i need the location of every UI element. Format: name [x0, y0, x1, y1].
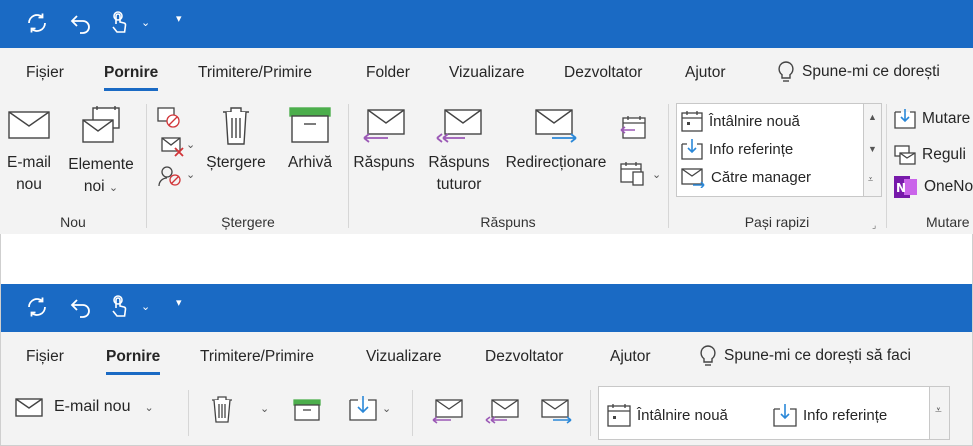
- rules-label: Reguli: [922, 146, 966, 163]
- gallery-more-icon[interactable]: ⩡: [868, 174, 873, 185]
- quick-step-new-meeting[interactable]: Întâlnire nouă: [681, 110, 800, 132]
- group-label-new: Nou: [60, 214, 86, 230]
- reply-all-label-2: tuturor: [436, 176, 482, 193]
- chevron-down-icon[interactable]: ⌄: [186, 138, 195, 151]
- chevron-down-icon[interactable]: ⌄: [652, 168, 661, 181]
- onenote-icon: N: [894, 176, 917, 198]
- tab-send-receive[interactable]: Trimitere/Primire: [198, 64, 312, 82]
- ribbon-tabs: Fișier Pornire Trimitere/Primire Folder …: [0, 48, 973, 96]
- new-items-button[interactable]: Elemente noi ⌄: [62, 104, 140, 199]
- group-divider: [668, 104, 669, 228]
- tell-me-text: Spune-mi ce dorești: [802, 63, 940, 80]
- quick-step-team-email[interactable]: Info referințe: [681, 138, 793, 160]
- customize-qat-icon[interactable]: ▾: [176, 12, 182, 25]
- envelope-arrow-icon: [681, 168, 705, 188]
- tab-home[interactable]: Pornire: [104, 64, 159, 91]
- calendar-device-icon: [620, 162, 644, 186]
- delete-label: Ștergere: [206, 154, 266, 171]
- group-label-move: Mutare: [926, 214, 970, 230]
- new-items-label-1: Elemente: [68, 156, 134, 173]
- dialog-launcher-icon[interactable]: ⌟: [872, 220, 876, 231]
- reply-label: Răspuns: [353, 154, 415, 171]
- reply-all-icon: [436, 109, 482, 143]
- calendar-icon: [681, 111, 703, 132]
- tab-view[interactable]: Vizualizare: [449, 64, 525, 82]
- scroll-up-icon[interactable]: ▲: [868, 112, 877, 122]
- undo-icon[interactable]: [66, 8, 96, 38]
- scroll-down-icon[interactable]: ▼: [868, 144, 877, 154]
- ignore-icon: [157, 107, 180, 128]
- new-items-icon: [82, 106, 120, 143]
- group-divider: [146, 104, 147, 228]
- ribbon-full: E-mail nou Elemente noi ⌄ Nou ⌄ ⌄ Șterge…: [0, 96, 973, 234]
- new-items-label-2: noi ⌄: [83, 178, 119, 195]
- archive-label: Arhivă: [288, 154, 332, 171]
- new-email-button[interactable]: E-mail nou: [2, 108, 56, 196]
- chevron-down-icon[interactable]: ⌄: [141, 16, 150, 29]
- reply-all-button[interactable]: Răspuns tuturor: [420, 108, 498, 196]
- junk-button[interactable]: [156, 164, 186, 188]
- group-label-quicksteps: Pași rapizi: [744, 214, 810, 230]
- chevron-down-icon: ⌄: [108, 182, 119, 194]
- tab-help[interactable]: Ajutor: [685, 64, 726, 82]
- move-button[interactable]: Mutare: [894, 108, 970, 130]
- group-divider: [886, 104, 887, 228]
- quick-step-label: Info referințe: [709, 140, 794, 158]
- onenote-button[interactable]: N OneNote: [894, 176, 973, 198]
- onenote-label: OneNote: [924, 178, 973, 195]
- quick-step-label: Către manager: [711, 168, 812, 186]
- touch-mode-icon[interactable]: [104, 8, 134, 38]
- more-respond-button[interactable]: [618, 160, 648, 186]
- archive-icon: [289, 107, 331, 143]
- archive-button[interactable]: Arhivă: [278, 106, 342, 174]
- quick-step-label: Întâlnire nouă: [709, 112, 800, 130]
- tab-folder[interactable]: Folder: [366, 64, 410, 82]
- envelope-icon: [8, 111, 50, 139]
- forward-icon: [535, 109, 577, 143]
- chevron-down-icon[interactable]: ⌄: [186, 168, 195, 181]
- meeting-reply-button[interactable]: [618, 114, 648, 140]
- trash-icon: [223, 107, 249, 145]
- reply-button[interactable]: Răspuns: [348, 108, 420, 174]
- quick-access-toolbar: ⌄ ▾: [0, 0, 973, 48]
- move-folder-icon: [894, 109, 916, 129]
- delete-button[interactable]: Ștergere: [200, 104, 272, 174]
- ignore-button[interactable]: [156, 106, 184, 130]
- rules-button[interactable]: Reguli: [894, 144, 966, 166]
- quick-steps-scroll[interactable]: ▲ ▼ ⩡: [864, 103, 882, 197]
- junk-icon: [158, 166, 181, 187]
- forward-button[interactable]: Redirecționare: [498, 108, 614, 174]
- rules-icon: [894, 145, 916, 165]
- tab-developer[interactable]: Dezvoltator: [564, 64, 642, 82]
- lightbulb-icon: [778, 61, 794, 82]
- svg-text:N: N: [896, 181, 906, 195]
- group-label-respond: Răspuns: [480, 214, 536, 230]
- tell-me-box[interactable]: Spune-mi ce dorești: [776, 60, 940, 84]
- forward-label: Redirecționare: [505, 154, 607, 171]
- reply-all-label-1: Răspuns: [428, 154, 490, 171]
- reply-icon: [363, 109, 405, 143]
- move-label: Mutare: [922, 110, 971, 127]
- new-email-label-2: nou: [16, 176, 42, 193]
- tab-file[interactable]: Fișier: [26, 64, 64, 82]
- inbox-arrow-icon: [681, 139, 703, 160]
- group-label-delete: Ștergere: [221, 214, 275, 230]
- quick-steps-gallery: Întâlnire nouă Info referințe Către mana…: [676, 103, 864, 197]
- outer-frame: [0, 234, 973, 446]
- sync-icon[interactable]: [22, 8, 52, 38]
- new-email-label-1: E-mail: [7, 154, 51, 171]
- calendar-reply-icon: [620, 116, 646, 139]
- quick-step-to-manager[interactable]: Către manager: [681, 166, 811, 188]
